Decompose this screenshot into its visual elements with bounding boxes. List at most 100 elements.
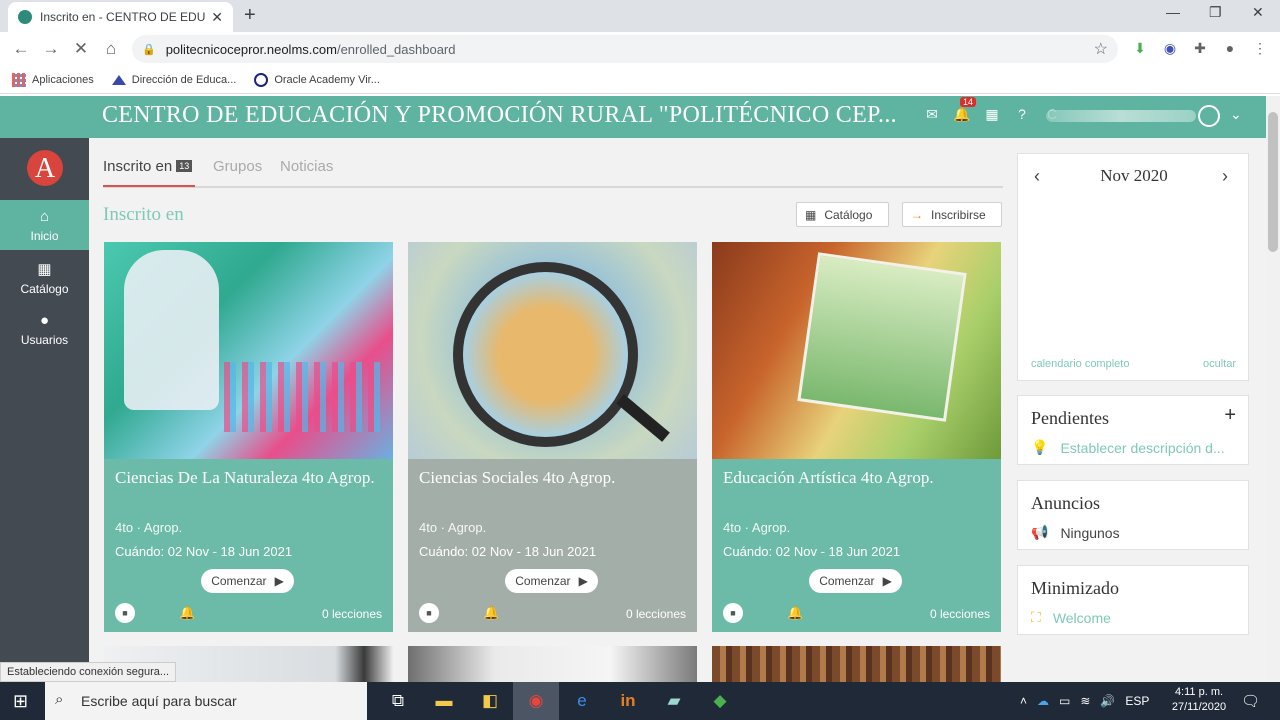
chevron-down-icon[interactable]: ⌄ [1230, 106, 1242, 123]
help-icon[interactable]: ? [1014, 106, 1030, 122]
hide-calendar-link[interactable]: ocultar [1203, 358, 1236, 370]
course-subtitle: 4to · Agrop. [115, 520, 183, 535]
tab-noticias[interactable]: Noticias [280, 158, 333, 175]
language-indicator[interactable]: ESP [1125, 694, 1149, 708]
add-pending-icon[interactable]: + [1224, 404, 1236, 427]
course-card[interactable]: Educación Artística 4to Agrop. 4to · Agr… [712, 242, 1001, 632]
extension-globe-icon[interactable]: ◉ [1160, 38, 1180, 58]
edge-icon[interactable]: e [559, 682, 605, 720]
page-scrollbar[interactable] [1266, 96, 1280, 682]
close-tab-icon[interactable]: ✕ [211, 9, 223, 26]
volume-icon[interactable]: 🔊 [1100, 694, 1115, 708]
grid-icon: ▦ [805, 207, 817, 222]
files-icon[interactable]: ■ [115, 603, 135, 623]
windows-start-icon[interactable]: ⊞ [13, 691, 28, 712]
chrome-icon[interactable]: ◉ [513, 682, 559, 720]
logo[interactable]: A [27, 150, 63, 186]
extension-icons: ⬇ ◉ ✚ ● ⋮ [1130, 38, 1270, 58]
stop-icon[interactable]: ✕ [66, 39, 96, 59]
course-card[interactable]: Ciencias De La Naturaleza 4to Agrop. 4to… [104, 242, 393, 632]
sticky-app-icon[interactable]: ◧ [467, 682, 513, 720]
tab-title: Inscrito en - CENTRO DE EDUCAC [40, 10, 206, 24]
scrollbar-thumb[interactable] [1268, 112, 1278, 252]
chevron-up-icon[interactable]: ˄ [1020, 694, 1027, 708]
address-bar[interactable]: 🔒 politecnicocepror.neolms.com/enrolled_… [132, 35, 1118, 63]
course-dates: Cuándo: 02 Nov - 18 Jun 2021 [419, 544, 597, 559]
start-button[interactable]: Comenzar ▶ [201, 569, 294, 593]
pending-item[interactable]: 💡 Establecer descripción d... [1031, 439, 1225, 456]
files-icon[interactable]: ■ [419, 603, 439, 623]
notes-app-icon[interactable]: ▰ [651, 682, 697, 720]
bookmark-apps[interactable]: Aplicaciones [12, 72, 94, 87]
bell-icon[interactable]: 🔔 [483, 605, 499, 621]
minimized-item[interactable]: ⛶ Welcome [1031, 609, 1111, 626]
start-label: Comenzar [211, 574, 267, 588]
chevron-right-icon[interactable]: › [1222, 166, 1228, 187]
sidebar-item-label: Catálogo [20, 282, 69, 296]
bookmark-direccion[interactable]: Dirección de Educa... [111, 74, 236, 86]
bookmark-star-icon[interactable]: ☆ [1094, 39, 1108, 59]
sidebar-item-usuarios[interactable]: ● Usuarios [0, 304, 89, 354]
pending-widget: Pendientes + 💡 Establecer descripción d.… [1017, 395, 1249, 465]
building-icon [111, 74, 126, 85]
battery-icon[interactable]: ▭ [1059, 694, 1070, 708]
pending-item-label: Establecer descripción d... [1060, 439, 1225, 456]
file-explorer-icon[interactable]: ▬ [421, 682, 467, 720]
course-title[interactable]: Ciencias De La Naturaleza 4to Agrop. [115, 467, 385, 489]
course-dates: Cuándo: 02 Nov - 18 Jun 2021 [115, 544, 293, 559]
catalog-button[interactable]: ▦ Catálogo [796, 202, 889, 227]
calendar-icon[interactable]: ▦ [984, 106, 1000, 122]
start-label: Comenzar [515, 574, 571, 588]
bell-icon[interactable]: 🔔 [787, 605, 803, 621]
close-window-icon[interactable]: ✕ [1252, 4, 1264, 21]
task-view-icon[interactable]: ⧉ [375, 682, 421, 720]
start-button[interactable]: Comenzar ▶ [809, 569, 902, 593]
course-card[interactable]: Ciencias Sociales 4to Agrop. 4to · Agrop… [408, 242, 697, 632]
new-tab-icon[interactable]: + [244, 4, 256, 27]
sidebar: A ⌂ Inicio ▦ Catálogo ● Usuarios [0, 138, 89, 682]
maximize-icon[interactable]: ❐ [1209, 4, 1222, 21]
minimize-icon[interactable]: — [1166, 4, 1180, 20]
sidebar-item-label: Usuarios [20, 333, 69, 347]
wifi-icon[interactable]: ≋ [1080, 694, 1090, 708]
bookmark-oracle[interactable]: Oracle Academy Vir... [254, 72, 380, 87]
sidebar-item-catalogo[interactable]: ▦ Catálogo [0, 252, 89, 302]
invision-icon[interactable]: in [605, 682, 651, 720]
tab-inscrito-en[interactable]: Inscrito en 13 [103, 158, 193, 175]
mail-icon[interactable]: ✉ [924, 106, 940, 122]
full-calendar-link[interactable]: calendario completo [1031, 358, 1129, 370]
course-title[interactable]: Ciencias Sociales 4to Agrop. [419, 467, 689, 489]
forward-icon[interactable]: → [36, 39, 66, 59]
course-card-next[interactable] [712, 646, 1001, 682]
notifications-bell-icon[interactable]: 🔔 14 [953, 97, 977, 122]
browser-tab[interactable]: Inscrito en - CENTRO DE EDUCAC ✕ [8, 2, 233, 32]
course-image-painting [712, 242, 1001, 459]
notifications-center-icon[interactable]: 🗨 [1241, 692, 1260, 710]
sidebar-item-inicio[interactable]: ⌂ Inicio [0, 200, 89, 250]
code-app-icon[interactable]: ◆ [697, 682, 743, 720]
tab-grupos[interactable]: Grupos [213, 158, 262, 175]
taskbar-search[interactable]: ⌕ Escribe aquí para buscar [45, 682, 367, 720]
profile-icon[interactable]: ● [1220, 38, 1240, 58]
start-button[interactable]: Comenzar ▶ [505, 569, 598, 593]
content-tabs: Inscrito en 13 Grupos Noticias [103, 156, 1003, 188]
bookmark-label: Oracle Academy Vir... [274, 73, 380, 86]
user-avatar-icon[interactable] [1198, 105, 1220, 127]
home-browser-icon[interactable]: ⌂ [96, 39, 126, 59]
play-icon: ▶ [274, 574, 284, 588]
bell-icon[interactable]: 🔔 [179, 605, 195, 621]
taskbar-clock[interactable]: 4:11 p. m. 27/11/2020 [1168, 685, 1230, 715]
extensions-puzzle-icon[interactable]: ✚ [1190, 38, 1210, 58]
browser-navbar: ← → ✕ ⌂ 🔒 politecnicocepror.neolms.com/e… [0, 32, 1280, 66]
menu-dots-icon[interactable]: ⋮ [1250, 38, 1270, 58]
extension-download-icon[interactable]: ⬇ [1130, 38, 1150, 58]
search-icon: ⌕ [55, 691, 64, 708]
files-icon[interactable]: ■ [723, 603, 743, 623]
course-card-next[interactable] [408, 646, 697, 682]
main-content: Inscrito en 13 Grupos Noticias Inscrito e… [89, 138, 1266, 682]
onedrive-icon[interactable]: ☁ [1037, 694, 1049, 708]
back-icon[interactable]: ← [6, 39, 36, 59]
course-title[interactable]: Educación Artística 4to Agrop. [723, 467, 993, 489]
enroll-button[interactable]: → Inscribirse [902, 202, 1002, 227]
notification-badge: 14 [960, 97, 977, 107]
